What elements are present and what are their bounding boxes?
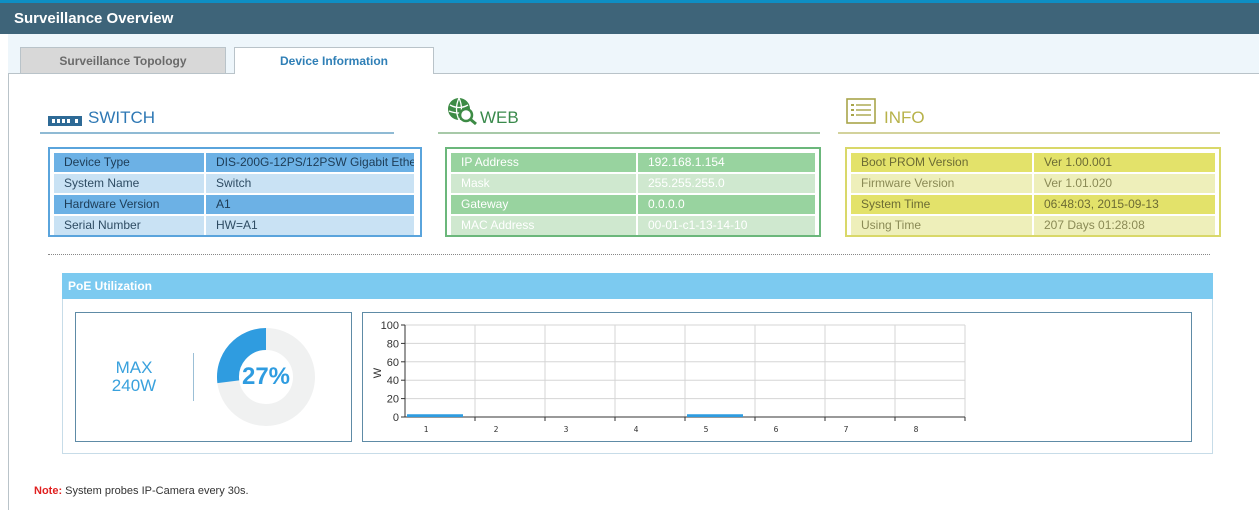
switch-section-header: SWITCH [40, 98, 394, 134]
row-key: MAC Address [451, 216, 636, 235]
table-row: Hardware Version A1 [53, 194, 417, 215]
poe-port-chart: 0 20 40 60 80 100 1 2 3 4 5 6 7 8 W [362, 312, 1192, 442]
window-titlebar: Surveillance Overview [0, 0, 1259, 34]
tab-surveillance-topology[interactable]: Surveillance Topology [20, 47, 226, 74]
row-key: Hardware Version [54, 195, 204, 214]
row-value: DIS-200G-12PS/12PSW Gigabit Ethe... [206, 153, 414, 172]
web-divider [438, 132, 820, 134]
poe-gauge-box: MAX 240W 27% [75, 312, 352, 442]
x-tick-label: 1 [424, 425, 429, 434]
table-row: Serial Number HW=A1 [53, 215, 417, 236]
web-info-table: IP Address 192.168.1.154 Mask 255.255.25… [445, 147, 821, 237]
system-info-table: Boot PROM Version Ver 1.00.001 Firmware … [845, 147, 1221, 237]
info-heading: INFO [884, 108, 925, 127]
switch-icon [48, 116, 82, 126]
x-tick-label: 2 [494, 425, 499, 434]
table-row: System Name Switch [53, 173, 417, 194]
table-row: Gateway 0.0.0.0 [450, 194, 816, 215]
section-divider [48, 254, 1210, 255]
row-value: 207 Days 01:28:08 [1034, 216, 1215, 235]
row-value: 255.255.255.0 [637, 174, 815, 193]
table-row: Boot PROM Version Ver 1.00.001 [850, 152, 1216, 173]
row-value: Ver 1.01.020 [1034, 174, 1215, 193]
tab-bar: Surveillance Topology Device Information [8, 34, 1259, 75]
web-heading: WEB [480, 108, 519, 127]
list-info-icon [846, 98, 876, 124]
y-tick-label: 80 [387, 338, 399, 350]
window-title: Surveillance Overview [14, 10, 174, 27]
y-axis-label: W [372, 367, 384, 378]
x-tick-label: 7 [844, 425, 849, 434]
gauge-divider [193, 353, 194, 401]
row-key: Firmware Version [851, 174, 1032, 193]
poe-bar-chart: 0 20 40 60 80 100 1 2 3 4 5 6 7 8 W [372, 320, 966, 434]
table-row: Device Type DIS-200G-12PS/12PSW Gigabit … [53, 152, 417, 173]
row-key: Mask [451, 174, 636, 193]
y-tick-label: 100 [381, 320, 399, 332]
row-value: A1 [206, 195, 414, 214]
y-tick-label: 60 [387, 357, 399, 369]
web-section-header: WEB [438, 92, 820, 134]
switch-heading: SWITCH [88, 108, 156, 127]
y-tick-label: 40 [387, 375, 399, 387]
max-label-line2: 240W [111, 376, 157, 395]
info-section-header: INFO [838, 92, 1220, 134]
port-bar [687, 414, 743, 417]
table-row: IP Address 192.168.1.154 [450, 152, 816, 173]
poe-percent-label: 27% [241, 363, 291, 390]
x-tick-label: 6 [774, 425, 779, 434]
note-text: System probes IP-Camera every 30s. [62, 485, 249, 497]
table-row: MAC Address 00-01-c1-13-14-10 [450, 215, 816, 236]
switch-info-table: Device Type DIS-200G-12PS/12PSW Gigabit … [48, 147, 422, 237]
x-tick-label: 5 [704, 425, 709, 434]
info-divider [838, 132, 1220, 134]
row-key: Boot PROM Version [851, 153, 1032, 172]
y-tick-label: 0 [393, 412, 399, 424]
row-key: Serial Number [54, 216, 204, 235]
x-tick-label: 8 [914, 425, 919, 434]
globe-search-icon [448, 97, 477, 126]
row-value: 192.168.1.154 [637, 153, 815, 172]
row-key: System Name [54, 174, 204, 193]
row-value: HW=A1 [206, 216, 414, 235]
row-key: Device Type [54, 153, 204, 172]
row-value: 00-01-c1-13-14-10 [637, 216, 815, 235]
port-bar [407, 414, 463, 417]
table-row: Mask 255.255.255.0 [450, 173, 816, 194]
x-tick-label: 3 [564, 425, 569, 434]
row-key: IP Address [451, 153, 636, 172]
poe-utilization-header: PoE Utilization [62, 273, 1213, 299]
switch-divider [40, 132, 394, 134]
max-power-label: MAX 240W [106, 359, 162, 395]
row-value: Ver 1.00.001 [1034, 153, 1215, 172]
row-value: 06:48:03, 2015-09-13 [1034, 195, 1215, 214]
row-key: System Time [851, 195, 1032, 214]
table-row: System Time 06:48:03, 2015-09-13 [850, 194, 1216, 215]
max-label-line1: MAX [115, 358, 153, 377]
row-key: Gateway [451, 195, 636, 214]
note-label: Note: [34, 485, 63, 497]
row-value: Switch [206, 174, 414, 193]
tab-device-information[interactable]: Device Information [234, 47, 434, 75]
y-tick-label: 20 [387, 394, 399, 406]
row-key: Using Time [851, 216, 1032, 235]
table-row: Using Time 207 Days 01:28:08 [850, 215, 1216, 236]
footer-note: Note: System probes IP-Camera every 30s. [34, 485, 249, 497]
x-tick-label: 4 [634, 425, 639, 434]
row-value: 0.0.0.0 [637, 195, 815, 214]
table-row: Firmware Version Ver 1.01.020 [850, 173, 1216, 194]
